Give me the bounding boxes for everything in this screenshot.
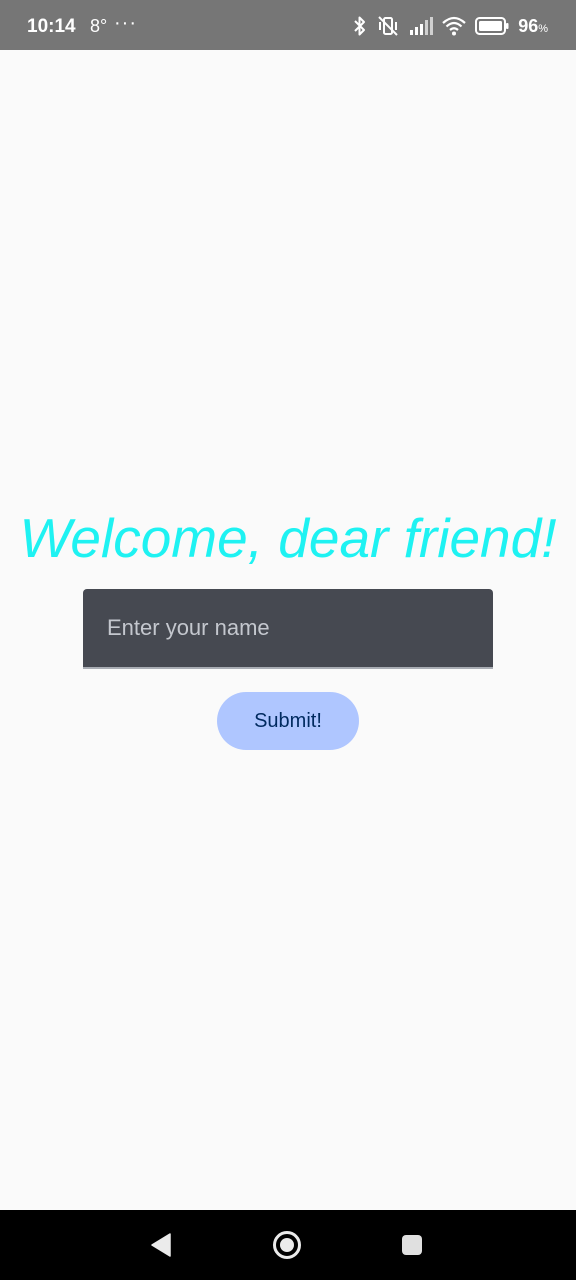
name-input[interactable]	[83, 589, 493, 667]
more-notifications-icon: ···	[114, 12, 137, 34]
vibrate-off-icon	[378, 16, 398, 36]
submit-button[interactable]: Submit!	[217, 692, 359, 750]
battery-icon	[475, 17, 509, 35]
status-icons: 96%	[353, 14, 548, 38]
status-bar: 10:14 8° ··· 96%	[0, 0, 576, 50]
recents-icon	[402, 1235, 422, 1255]
back-button[interactable]	[146, 1230, 176, 1260]
name-field[interactable]	[83, 589, 493, 669]
status-temperature: 8°	[90, 16, 108, 36]
battery-percent: 96%	[518, 15, 548, 36]
battery-unit: %	[538, 22, 548, 35]
navigation-bar	[0, 1210, 576, 1280]
back-icon	[151, 1233, 171, 1257]
status-time: 10:14	[27, 16, 76, 37]
welcome-heading: Welcome, dear friend!	[19, 507, 557, 569]
signal-icon	[410, 17, 434, 35]
home-button[interactable]	[272, 1230, 302, 1260]
bluetooth-icon	[354, 16, 366, 36]
recents-button[interactable]	[397, 1230, 427, 1260]
wifi-icon	[442, 16, 466, 36]
home-icon	[273, 1231, 301, 1259]
